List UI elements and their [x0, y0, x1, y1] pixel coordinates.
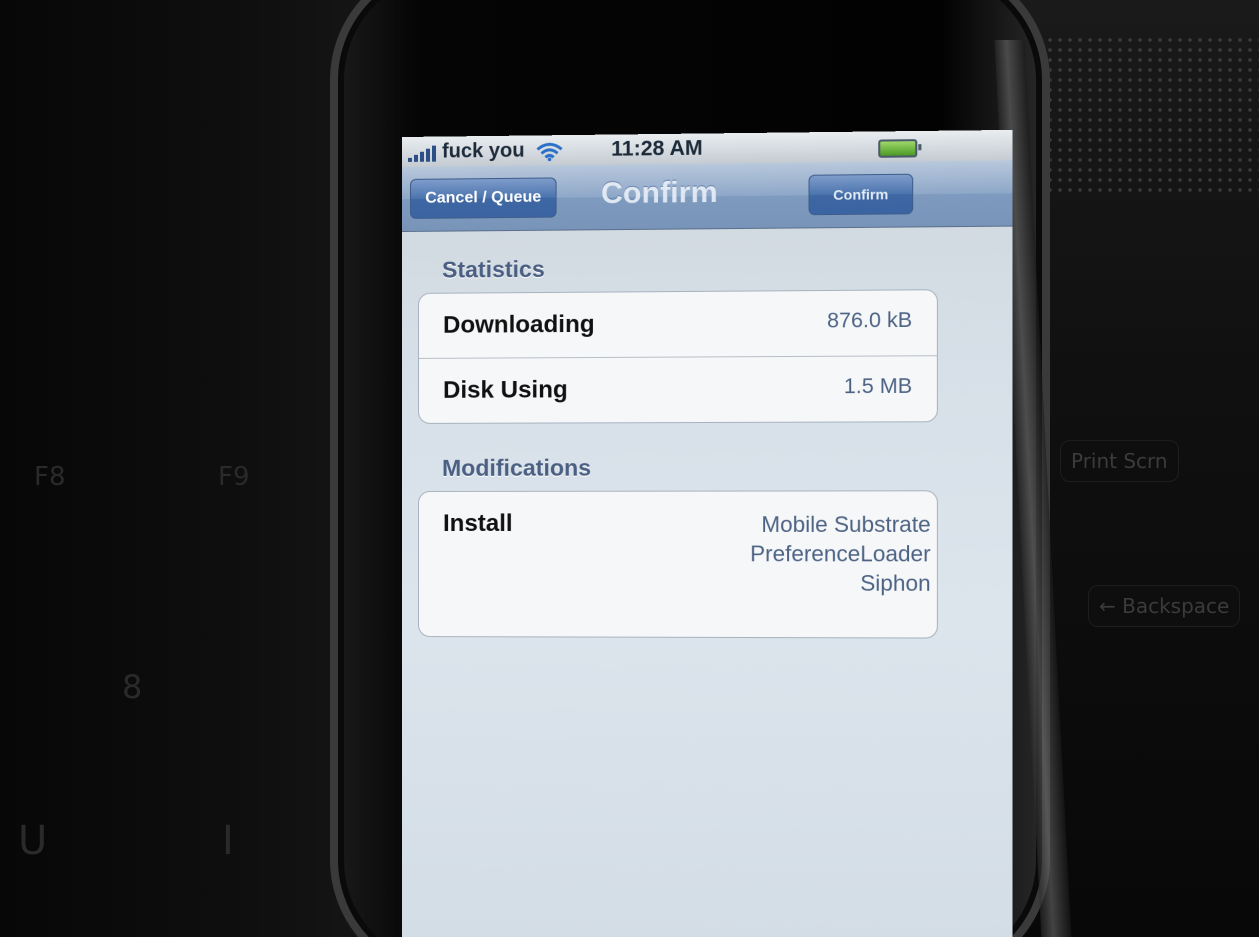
status-time: 11:28 AM [611, 137, 703, 162]
row-value: 1.5 MB [844, 375, 912, 400]
laptop-key-label: ← Backspace [1088, 585, 1240, 627]
phone-screen: fuck you 11:28 AM Cancel / Queue Confirm… [402, 130, 1012, 937]
install-label: Install [443, 510, 513, 538]
table-row: Downloading 876.0 kB [419, 290, 937, 359]
cancel-queue-button[interactable]: Cancel / Queue [410, 177, 557, 219]
install-row: Install Mobile Substrate PreferenceLoade… [419, 491, 937, 637]
background-keyboard: F8 F9 8 U I [0, 0, 360, 937]
signal-bars-icon [408, 146, 438, 162]
keyboard-key-label: U [18, 818, 47, 864]
statistics-group: Downloading 876.0 kB Disk Using 1.5 MB [418, 289, 938, 424]
photo-scene: F8 F9 8 U I Print Scrn ← Backspace fuck … [0, 0, 1259, 937]
modifications-group: Install Mobile Substrate PreferenceLoade… [418, 490, 938, 638]
nav-title: Confirm [601, 176, 718, 211]
navigation-bar: Cancel / Queue Confirm Confirm [402, 160, 1012, 232]
keyboard-key-label: F8 [34, 462, 66, 492]
package-name: PreferenceLoader [750, 539, 931, 568]
keyboard-key-label: 8 [122, 668, 142, 706]
package-name: Siphon [750, 568, 931, 598]
wifi-icon [535, 141, 563, 161]
section-header-statistics: Statistics [442, 256, 545, 284]
package-name: Mobile Substrate [750, 510, 931, 539]
row-value: 876.0 kB [827, 309, 912, 334]
keyboard-key-label: I [222, 818, 234, 864]
laptop-key-label: Print Scrn [1060, 440, 1179, 482]
carrier-name: fuck you [442, 140, 525, 164]
section-header-modifications: Modifications [442, 455, 591, 482]
row-label: Disk Using [443, 376, 568, 405]
row-label: Downloading [443, 311, 595, 340]
confirm-button[interactable]: Confirm [809, 174, 914, 216]
keyboard-key-label: F9 [218, 462, 250, 492]
package-list: Mobile Substrate PreferenceLoader Siphon [750, 510, 931, 598]
battery-icon [878, 139, 917, 158]
table-row: Disk Using 1.5 MB [419, 356, 937, 423]
